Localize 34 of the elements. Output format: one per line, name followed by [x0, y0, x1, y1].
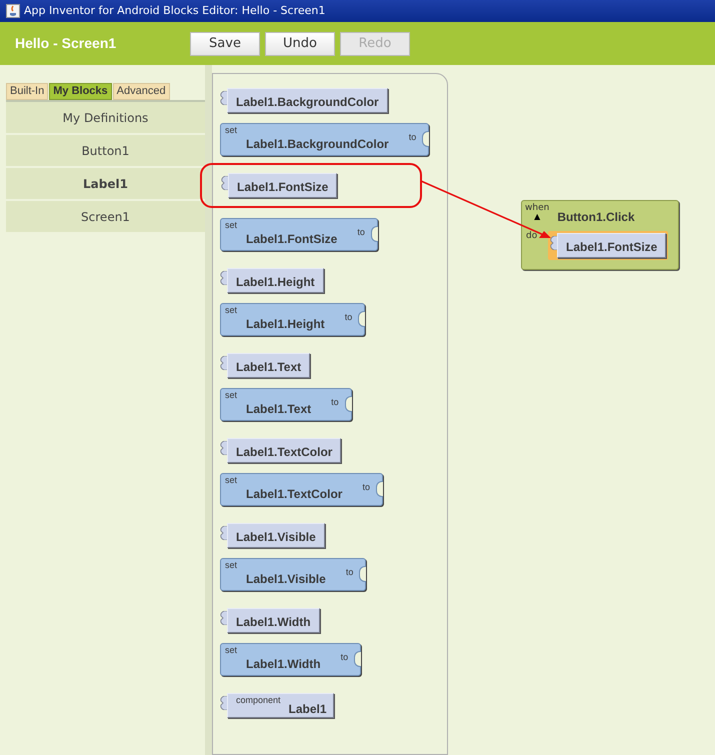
component-block[interactable]: component Label1 [227, 693, 334, 718]
toolbar-button[interactable]: Save [190, 32, 260, 56]
setter-block[interactable]: set Label1.Height to [220, 303, 366, 336]
splitter-bar[interactable] [205, 65, 212, 755]
drawer-item[interactable]: My Definitions [6, 102, 205, 135]
getter-block[interactable]: Label1.Height [227, 268, 324, 293]
drawer-item[interactable]: Screen1 [6, 201, 205, 234]
palette-tab[interactable]: Advanced [112, 83, 170, 100]
do-label: do [526, 232, 538, 241]
collapse-toggle[interactable]: ▲ [534, 213, 540, 221]
event-name: Button1.Click [557, 209, 635, 226]
selected-block[interactable]: Label1.FontSize [548, 231, 668, 260]
getter-block[interactable]: Label1.Visible [227, 523, 325, 548]
setter-block[interactable]: set Label1.Text to [220, 388, 352, 421]
palette-tab[interactable]: My Blocks [49, 83, 112, 100]
toolbar-button[interactable]: Undo [265, 32, 335, 56]
setter-block[interactable]: set Label1.Visible to [220, 558, 366, 591]
window-title: App Inventor for Android Blocks Editor: Hello - Screen1 [24, 2, 326, 19]
getter-block[interactable]: Label1.TextColor [227, 438, 342, 463]
getter-block[interactable]: Label1.BackgroundColor [227, 88, 388, 113]
project-title: Hello - Screen1 [15, 34, 118, 53]
app-icon [6, 4, 20, 18]
drawer-item[interactable]: Button1 [6, 135, 205, 168]
setter-block[interactable]: set Label1.Width to [220, 643, 362, 676]
getter-block[interactable]: Label1.FontSize [557, 233, 666, 258]
getter-block[interactable]: Label1.Width [227, 608, 320, 633]
when-label: when [525, 204, 550, 213]
setter-block[interactable]: set Label1.TextColor to [220, 473, 383, 506]
setter-block[interactable]: set Label1.FontSize to [220, 218, 378, 251]
getter-block[interactable]: Label1.Text [227, 353, 310, 378]
drawer-item[interactable]: Label1 [6, 168, 205, 201]
palette-tab[interactable]: Built-In [6, 83, 48, 100]
setter-block[interactable]: set Label1.BackgroundColor to [220, 123, 430, 156]
getter-block[interactable]: Label1.FontSize [228, 173, 338, 198]
